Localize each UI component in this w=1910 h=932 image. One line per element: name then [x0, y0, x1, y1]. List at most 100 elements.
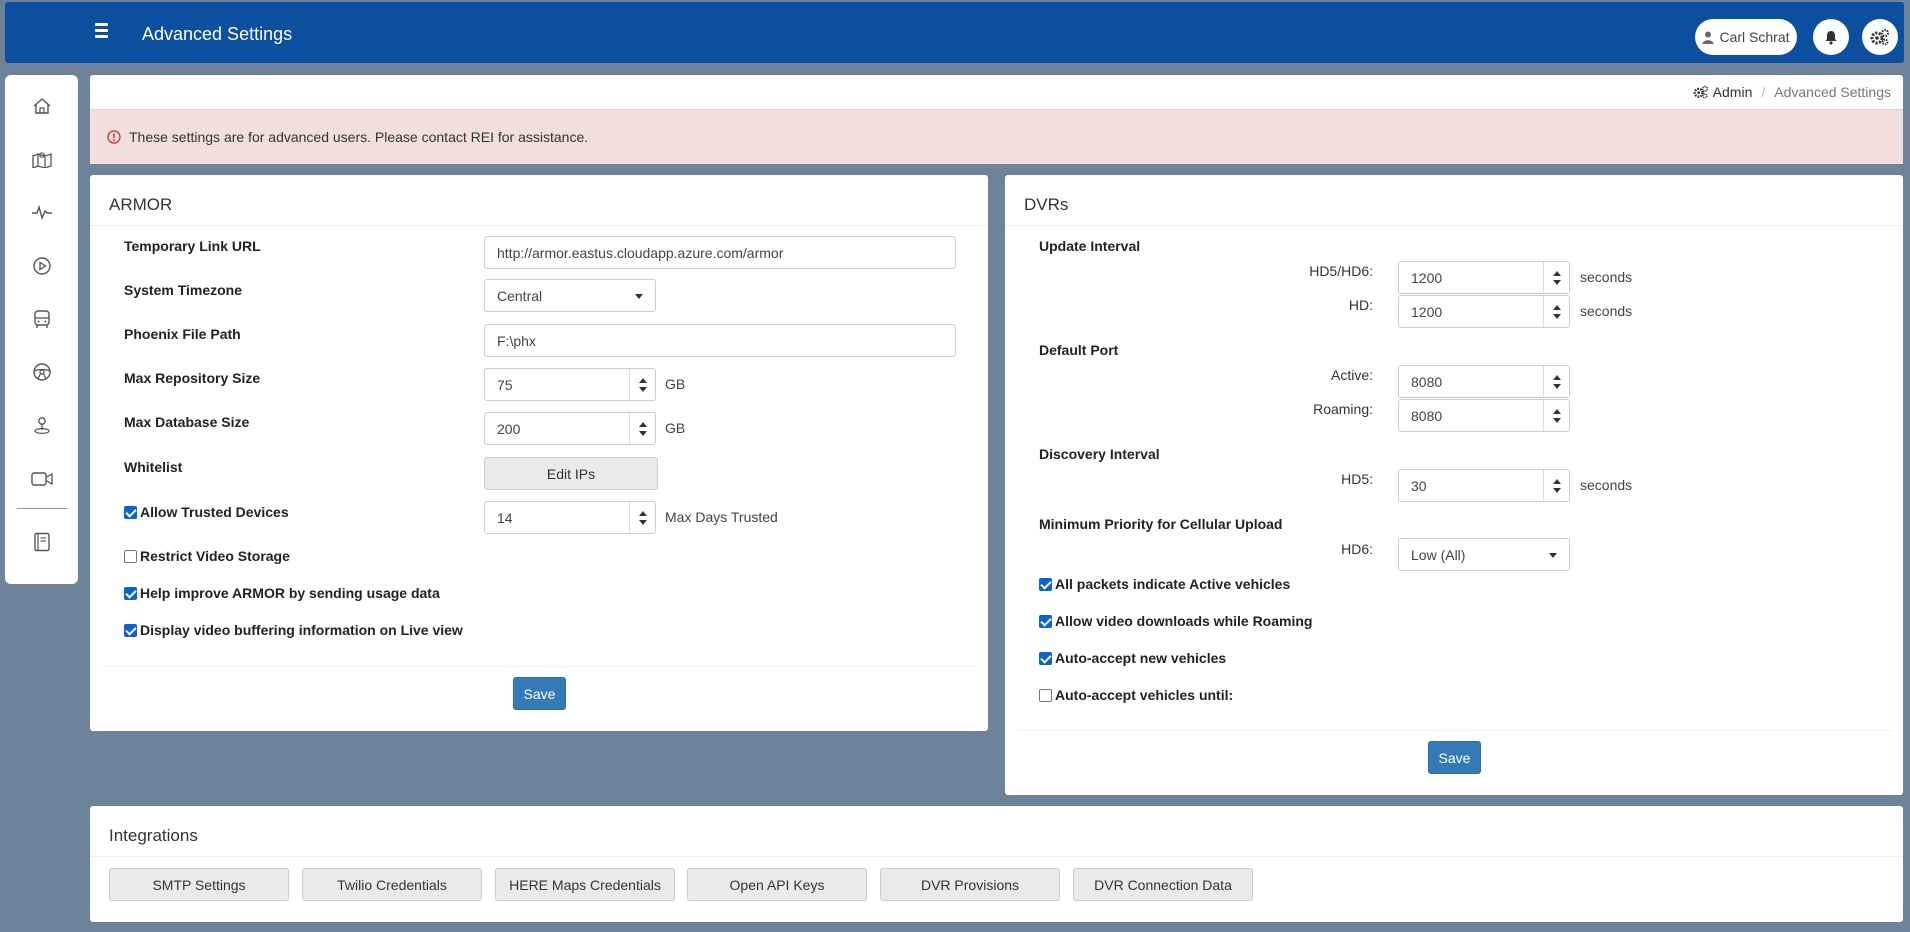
hd5hd6-unit: seconds — [1580, 269, 1633, 285]
breadcrumb-admin-link[interactable]: Admin — [1693, 84, 1752, 100]
hd6-label: HD6: — [1341, 541, 1373, 557]
integrations-panel: Integrations SMTP Settings Twilio Creden… — [90, 806, 1903, 922]
smtp-settings-button[interactable]: SMTP Settings — [109, 868, 289, 901]
panel-divider — [90, 856, 1903, 857]
sidebar-item-vehicles[interactable] — [31, 308, 53, 330]
edit-ips-button[interactable]: Edit IPs — [484, 457, 658, 490]
exclamation-circle-icon — [107, 130, 121, 144]
max-repo-stepper[interactable]: 75 — [484, 368, 656, 401]
play-icon — [33, 257, 51, 275]
dvr-provisions-button[interactable]: DVR Provisions — [880, 868, 1060, 901]
roaming-port-stepper[interactable]: 8080 — [1398, 399, 1570, 432]
hd-interval-stepper[interactable]: 1200 — [1398, 295, 1570, 328]
settings-button[interactable] — [1862, 19, 1898, 55]
temp-link-url-input[interactable]: http://armor.eastus.cloudapp.azure.com/a… — [484, 236, 956, 269]
dvrs-save-button[interactable]: Save — [1428, 741, 1481, 774]
auto-accept-checkbox[interactable] — [1039, 651, 1052, 665]
sidebar-item-video[interactable] — [31, 468, 53, 490]
hd6-priority-select[interactable]: Low (All) — [1398, 538, 1570, 571]
timezone-label: System Timezone — [124, 282, 243, 298]
auto-accept-until-row: Auto-accept vehicles until: — [1039, 687, 1233, 703]
spinner-arrows-icon[interactable] — [1543, 400, 1569, 431]
caret-down-icon — [1549, 553, 1557, 558]
sidebar-item-map[interactable] — [31, 148, 53, 170]
sidebar-item-playback[interactable] — [31, 255, 53, 277]
auto-accept-until-checkbox[interactable] — [1039, 688, 1052, 702]
auto-accept-row: Auto-accept new vehicles — [1039, 650, 1226, 666]
panel-divider — [90, 225, 988, 226]
auto-accept-until-label: Auto-accept vehicles until: — [1055, 687, 1234, 703]
restrict-video-label: Restrict Video Storage — [140, 548, 290, 564]
video-buffering-row: Display video buffering information on L… — [124, 622, 463, 638]
armor-save-button[interactable]: Save — [513, 677, 566, 710]
all-packets-checkbox[interactable] — [1039, 577, 1052, 591]
hd-label: HD: — [1348, 297, 1373, 313]
dvrs-panel-title: DVRs — [1024, 195, 1069, 214]
restrict-video-checkbox[interactable] — [124, 549, 137, 563]
location-pin-icon — [34, 417, 50, 435]
update-interval-label: Update Interval — [1039, 238, 1141, 254]
sidebar-item-drivers[interactable] — [31, 361, 53, 383]
max-db-stepper[interactable]: 200 — [484, 412, 656, 445]
allow-trusted-devices-checkbox[interactable] — [124, 505, 137, 519]
sidebar-divider — [17, 508, 67, 509]
sidebar-item-home[interactable] — [31, 95, 53, 117]
hamburger-icon[interactable] — [95, 23, 117, 41]
phoenix-path-input[interactable]: F:\phx — [484, 324, 956, 357]
user-menu-button[interactable]: Carl Schrat — [1695, 19, 1797, 55]
spinner-arrows-icon[interactable] — [1543, 366, 1569, 397]
home-icon — [33, 98, 51, 114]
hd-interval-value: 1200 — [1411, 304, 1443, 320]
panel-divider — [1005, 225, 1903, 226]
twilio-credentials-button[interactable]: Twilio Credentials — [302, 868, 482, 901]
map-icon — [32, 152, 52, 168]
auto-accept-label: Auto-accept new vehicles — [1055, 650, 1227, 666]
active-port-stepper[interactable]: 8080 — [1398, 365, 1570, 398]
hd5hd6-interval-stepper[interactable]: 1200 — [1398, 261, 1570, 294]
dvr-connection-data-button[interactable]: DVR Connection Data — [1073, 868, 1253, 901]
max-repo-unit: GB — [665, 376, 686, 392]
temp-link-label: Temporary Link URL — [124, 238, 261, 254]
phoenix-path-label: Phoenix File Path — [124, 326, 241, 342]
spinner-arrows-icon[interactable] — [1543, 296, 1569, 327]
discovery-interval-label: Discovery Interval — [1039, 446, 1160, 462]
book-icon — [34, 532, 50, 552]
allow-downloads-checkbox[interactable] — [1039, 614, 1052, 628]
restrict-video-row: Restrict Video Storage — [124, 548, 290, 564]
integrations-panel-title: Integrations — [109, 826, 198, 845]
armor-panel-title: ARMOR — [109, 195, 173, 214]
usage-data-checkbox[interactable] — [124, 586, 137, 600]
spinner-arrows-icon[interactable] — [1543, 262, 1569, 293]
timezone-select[interactable]: Central — [484, 279, 656, 312]
allow-downloads-label: Allow video downloads while Roaming — [1055, 613, 1313, 629]
max-db-unit: GB — [665, 420, 686, 436]
all-packets-label: All packets indicate Active vehicles — [1055, 576, 1291, 592]
sidebar-item-docs[interactable] — [31, 531, 53, 553]
bus-icon — [34, 310, 50, 328]
hd5hd6-interval-value: 1200 — [1411, 270, 1443, 286]
hd5-discovery-stepper[interactable]: 30 — [1398, 469, 1570, 502]
here-maps-credentials-button[interactable]: HERE Maps Credentials — [495, 868, 675, 901]
hd5-label: HD5: — [1341, 471, 1373, 487]
spinner-arrows-icon[interactable] — [629, 413, 655, 444]
breadcrumb: Admin / Advanced Settings — [1693, 84, 1891, 100]
warning-alert: These settings are for advanced users. P… — [90, 109, 1903, 164]
spinner-arrows-icon[interactable] — [629, 502, 655, 533]
max-db-label: Max Database Size — [124, 414, 250, 430]
notifications-button[interactable] — [1813, 19, 1849, 55]
breadcrumb-separator: / — [1761, 84, 1766, 100]
trusted-days-stepper[interactable]: 14 — [484, 501, 656, 534]
sidebar-item-locations[interactable] — [31, 414, 53, 436]
sidebar — [5, 75, 78, 584]
sidebar-item-activity[interactable] — [31, 201, 53, 223]
open-api-keys-button[interactable]: Open API Keys — [687, 868, 867, 901]
video-buffering-checkbox[interactable] — [124, 623, 137, 637]
max-repo-value: 75 — [497, 377, 513, 393]
max-db-value: 200 — [497, 421, 521, 437]
breadcrumb-current: Advanced Settings — [1774, 84, 1891, 100]
spinner-arrows-icon[interactable] — [629, 369, 655, 400]
hd5-unit: seconds — [1580, 477, 1633, 493]
spinner-arrows-icon[interactable] — [1543, 470, 1569, 501]
roaming-label: Roaming: — [1313, 401, 1373, 417]
whitelist-label: Whitelist — [124, 459, 183, 475]
